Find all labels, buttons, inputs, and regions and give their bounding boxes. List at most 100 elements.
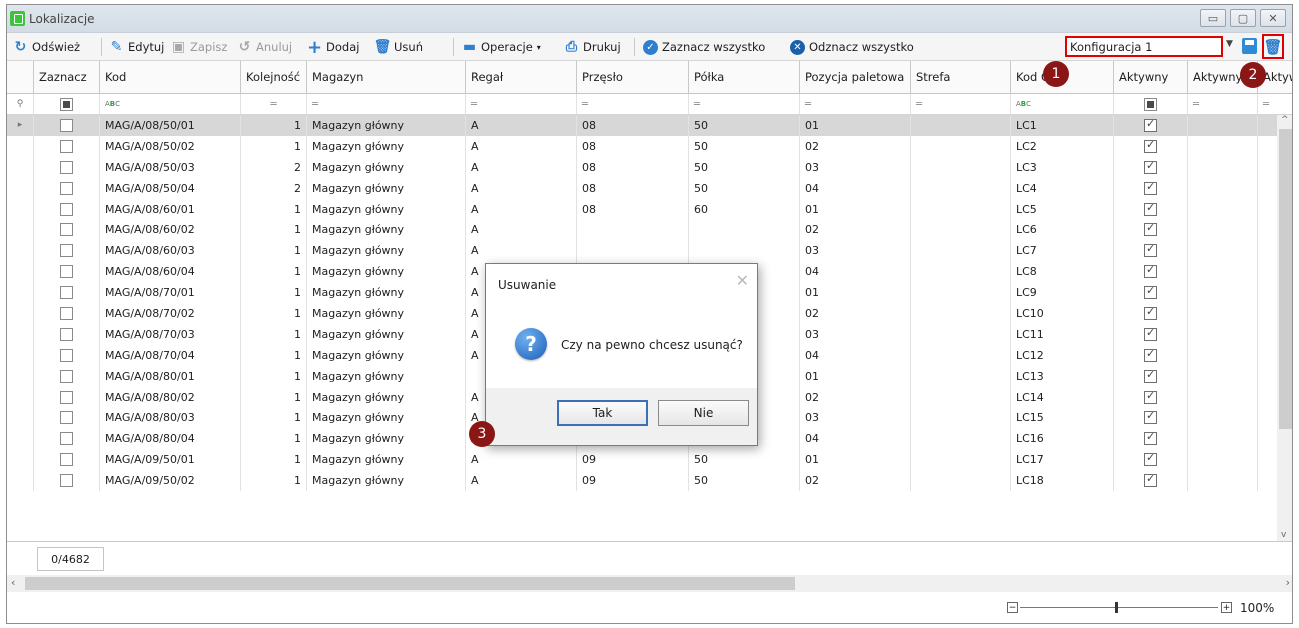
delete-button[interactable]: 🗑 Usuń	[374, 37, 423, 57]
table-row[interactable]: MAG/A/08/50/03 2 Magazyn główny A 08 50 03 LC3	[7, 156, 1292, 178]
active-checkbox[interactable]	[1114, 365, 1188, 387]
table-cell[interactable]: 50	[689, 449, 800, 471]
table-cell[interactable]: 02	[800, 386, 911, 408]
save-config-icon[interactable]	[1242, 38, 1257, 54]
table-cell[interactable]: Magazyn główny	[307, 303, 466, 324]
table-cell[interactable]: LC7	[1011, 240, 1114, 262]
cancel-button[interactable]: ↺ Anuluj	[237, 37, 293, 57]
print-button[interactable]: ⎙ Drukuj	[564, 37, 621, 57]
table-cell[interactable]: MAG/A/08/80/04	[100, 428, 241, 450]
equals-filter-icon[interactable]: ═	[466, 94, 577, 114]
table-cell[interactable]: A	[466, 449, 577, 471]
table-cell[interactable]: A	[466, 470, 577, 492]
table-cell[interactable]: Magazyn główny	[307, 198, 466, 220]
table-cell[interactable]: 03	[800, 240, 911, 262]
active-checkbox[interactable]	[1114, 470, 1188, 492]
active-checkbox[interactable]	[1114, 407, 1188, 429]
table-cell[interactable]	[7, 365, 34, 387]
active-checkbox[interactable]	[1114, 115, 1188, 136]
table-cell[interactable]: LC13	[1011, 365, 1114, 387]
table-cell[interactable]	[911, 282, 1011, 304]
table-cell[interactable]: 08	[577, 198, 689, 220]
table-cell[interactable]: Magazyn główny	[307, 470, 466, 492]
select-checkbox[interactable]	[34, 156, 100, 178]
table-cell[interactable]: 03	[800, 323, 911, 345]
select-checkbox[interactable]	[34, 470, 100, 492]
table-cell[interactable]: LC16	[1011, 428, 1114, 450]
table-cell[interactable]	[911, 156, 1011, 178]
select-all-button[interactable]: ✓ Zaznacz wszystko	[643, 37, 765, 57]
table-cell[interactable]	[1188, 323, 1258, 345]
text-filter-icon[interactable]: ABC	[1011, 94, 1114, 114]
table-cell[interactable]: 01	[800, 449, 911, 471]
zoom-slider[interactable]	[1020, 607, 1218, 608]
edit-button[interactable]: ✎ Edytuj	[109, 37, 165, 57]
table-cell[interactable]	[911, 470, 1011, 492]
table-cell[interactable]: MAG/A/09/50/02	[100, 470, 241, 492]
zoom-out-button[interactable]: −	[1007, 602, 1018, 613]
table-cell[interactable]: MAG/A/08/60/03	[100, 240, 241, 262]
configuration-select[interactable]: Konfiguracja 1	[1065, 36, 1223, 57]
table-cell[interactable]	[7, 303, 34, 324]
equals-filter-icon[interactable]: ═	[800, 94, 911, 114]
table-cell[interactable]	[911, 135, 1011, 157]
column-header[interactable]: Półka	[689, 61, 800, 93]
equals-filter-icon[interactable]: ═	[911, 94, 1011, 114]
filter-checkbox[interactable]	[1114, 94, 1188, 114]
refresh-button[interactable]: ↻ Odśwież	[13, 37, 80, 57]
table-cell[interactable]	[911, 407, 1011, 429]
table-cell[interactable]: 2	[241, 177, 307, 199]
table-cell[interactable]: 01	[800, 282, 911, 304]
table-cell[interactable]: 1	[241, 449, 307, 471]
table-cell[interactable]	[7, 449, 34, 471]
table-cell[interactable]	[1188, 407, 1258, 429]
select-checkbox[interactable]	[34, 428, 100, 450]
table-cell[interactable]: A	[466, 135, 577, 157]
table-cell[interactable]	[1188, 428, 1258, 450]
table-cell[interactable]: LC18	[1011, 470, 1114, 492]
table-cell[interactable]: LC11	[1011, 323, 1114, 345]
zoom-in-button[interactable]: +	[1221, 602, 1232, 613]
table-cell[interactable]: 1	[241, 428, 307, 450]
table-cell[interactable]: 03	[800, 156, 911, 178]
table-cell[interactable]: Magazyn główny	[307, 344, 466, 366]
table-cell[interactable]: LC1	[1011, 115, 1114, 136]
select-checkbox[interactable]	[34, 449, 100, 471]
active-checkbox[interactable]	[1114, 303, 1188, 324]
select-checkbox[interactable]	[34, 365, 100, 387]
column-header[interactable]: Kod	[100, 61, 241, 93]
horizontal-scrollbar[interactable]: ‹ ›	[7, 575, 1292, 592]
table-cell[interactable]: 50	[689, 177, 800, 199]
table-cell[interactable]: LC3	[1011, 156, 1114, 178]
scroll-thumb[interactable]	[25, 577, 795, 590]
table-cell[interactable]: 1	[241, 135, 307, 157]
select-checkbox[interactable]	[34, 219, 100, 241]
table-cell[interactable]: A	[466, 177, 577, 199]
table-cell[interactable]: MAG/A/08/80/03	[100, 407, 241, 429]
table-cell[interactable]	[1188, 219, 1258, 241]
table-cell[interactable]	[1188, 365, 1258, 387]
table-cell[interactable]: 60	[689, 198, 800, 220]
table-cell[interactable]: 02	[800, 219, 911, 241]
select-checkbox[interactable]	[34, 198, 100, 220]
table-cell[interactable]: MAG/A/08/60/04	[100, 261, 241, 283]
table-cell[interactable]: MAG/A/08/80/01	[100, 365, 241, 387]
table-cell[interactable]: MAG/A/08/60/02	[100, 219, 241, 241]
table-cell[interactable]: MAG/A/08/60/01	[100, 198, 241, 220]
table-cell[interactable]	[911, 240, 1011, 262]
table-cell[interactable]	[7, 219, 34, 241]
select-checkbox[interactable]	[34, 240, 100, 262]
column-header[interactable]: Strefa	[911, 61, 1011, 93]
select-checkbox[interactable]	[34, 344, 100, 366]
table-cell[interactable]: Magazyn główny	[307, 177, 466, 199]
table-cell[interactable]: LC14	[1011, 386, 1114, 408]
table-cell[interactable]: 09	[577, 449, 689, 471]
table-row[interactable]: ▸ MAG/A/08/50/01 1 Magazyn główny A 08 50 01 LC1	[7, 115, 1292, 136]
select-checkbox[interactable]	[34, 407, 100, 429]
equals-filter-icon[interactable]: ═	[241, 94, 307, 114]
table-cell[interactable]	[1188, 449, 1258, 471]
table-cell[interactable]: 08	[577, 156, 689, 178]
active-checkbox[interactable]	[1114, 198, 1188, 220]
table-cell[interactable]	[7, 156, 34, 178]
chevron-left-icon[interactable]: ‹	[11, 576, 15, 589]
